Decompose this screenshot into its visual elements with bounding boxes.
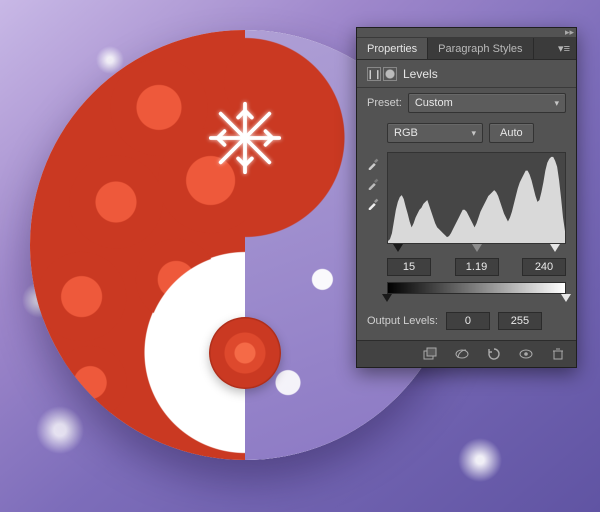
output-black-slider[interactable] — [382, 294, 392, 302]
levels-histogram[interactable] — [387, 152, 566, 244]
panel-footer — [357, 340, 576, 367]
clip-to-layer-icon[interactable] — [422, 347, 438, 361]
output-white-slider[interactable] — [561, 294, 571, 302]
eyedropper-white-icon[interactable] — [367, 196, 381, 210]
collapse-icon[interactable]: ▸▸ — [565, 27, 574, 38]
mask-icon[interactable] — [383, 67, 397, 81]
preset-label: Preset: — [367, 97, 402, 109]
input-black-slider[interactable] — [393, 244, 403, 252]
output-black-field[interactable]: 0 — [446, 312, 490, 330]
visibility-icon[interactable] — [518, 347, 534, 361]
input-black-field[interactable]: 15 — [387, 258, 431, 276]
output-gradient — [387, 282, 566, 294]
reset-icon[interactable] — [486, 347, 502, 361]
adjustment-title: Levels — [403, 67, 438, 81]
chevron-down-icon: ▾ — [554, 98, 559, 109]
properties-panel: ▸▸ Properties Paragraph Styles ▾≡ ❙❙ Lev… — [356, 27, 577, 368]
tab-paragraph-styles[interactable]: Paragraph Styles — [428, 38, 533, 59]
chevron-down-icon: ▾ — [471, 128, 476, 139]
input-gamma-field[interactable]: 1.19 — [455, 258, 499, 276]
auto-button[interactable]: Auto — [489, 123, 534, 143]
panel-tabs: Properties Paragraph Styles ▾≡ — [357, 38, 576, 60]
snowflake-dot — [207, 100, 283, 176]
delete-icon[interactable] — [550, 347, 566, 361]
rose-dot — [209, 317, 281, 389]
input-white-field[interactable]: 240 — [522, 258, 566, 276]
preset-select[interactable]: Custom▾ — [408, 93, 566, 113]
eyedropper-gray-icon[interactable] — [367, 176, 381, 190]
input-white-slider[interactable] — [550, 244, 560, 252]
channel-select[interactable]: RGB▾ — [387, 123, 483, 143]
view-previous-icon[interactable] — [454, 347, 470, 361]
histogram-icon[interactable]: ❙❙ — [367, 67, 381, 81]
output-white-field[interactable]: 255 — [498, 312, 542, 330]
input-slider-track[interactable] — [387, 244, 566, 256]
input-gamma-slider[interactable] — [472, 244, 482, 252]
eyedropper-black-icon[interactable] — [367, 156, 381, 170]
output-slider-track[interactable] — [387, 294, 566, 306]
panel-header-strip: ▸▸ — [357, 28, 576, 38]
output-levels-label: Output Levels: — [367, 315, 438, 327]
panel-menu-icon[interactable]: ▾≡ — [552, 38, 576, 59]
tab-properties[interactable]: Properties — [357, 38, 428, 59]
